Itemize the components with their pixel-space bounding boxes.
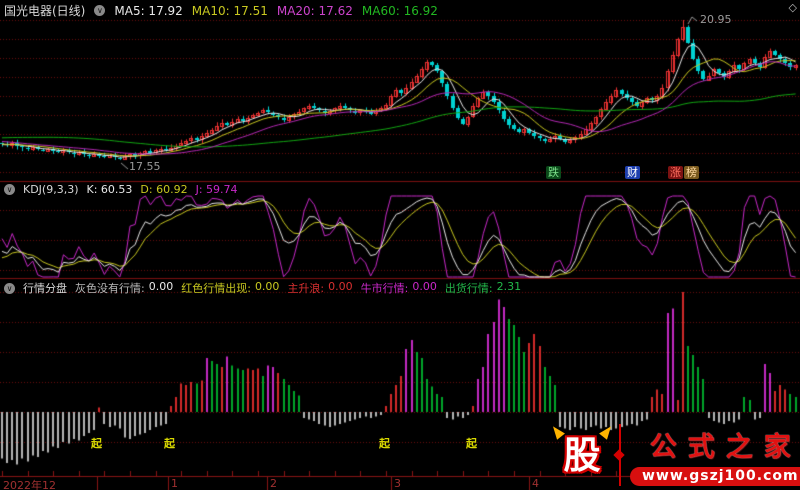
ma5-legend: MA5: 17.92 [114,3,183,18]
watermark-text-block: 公式之家 www.gszj100.com [630,425,800,486]
indicator-legend-gray: 灰色没有行情: 0.00 [75,280,173,296]
legend-value: 0.00 [148,280,174,293]
legend-label: 红色行情出现: [181,282,251,295]
legend-value: 0.00 [412,280,437,293]
watermark-url: www.gszj100.com [630,466,800,486]
stock-title: 国光电器(日线) [4,4,86,18]
indicator-legend-bull-market: 牛市行情: 0.00 [361,280,437,296]
watermark-char: 股 [563,434,601,477]
indicator-title: 行情分盘 [23,282,67,295]
ma20-legend: MA20: 17.62 [276,3,353,18]
watermark: 股 公式之家 www.gszj100.com [549,421,800,489]
legend-value: 0.00 [254,280,280,293]
kdj-k-value: K: 60.53 [86,183,133,196]
legend-label: 主升浪: [287,282,325,295]
shortcut-finance-button[interactable]: 财 [625,166,640,179]
indicator-header: ∨ 行情分盘 灰色没有行情: 0.00 红色行情出现: 0.00 主升浪: 0.… [4,280,521,296]
indicator-legend-sell-off: 出货行情: 2.31 [445,280,521,296]
kdj-title: KDJ(9,3,3) [23,183,79,196]
shortcut-rise-button[interactable]: 涨 [668,166,683,179]
bull-logo: 股 [549,423,615,483]
price-high-label: 20.95 [700,13,732,26]
x-axis-month-label: 4 [532,477,539,490]
collapse-chevron-icon[interactable]: ∨ [4,184,15,195]
qi-marker: 起 [91,437,102,450]
chart-canvas[interactable] [0,0,800,490]
legend-value: 0.00 [328,280,353,293]
legend-value: 2.31 [496,280,522,293]
x-axis-year-label: 2022年12 [3,479,56,490]
x-axis-month-label: 3 [394,477,401,490]
qi-marker: 起 [466,437,477,450]
indicator-legend-red-appear: 红色行情出现: 0.00 [181,280,279,296]
x-axis-month-label: 1 [171,477,178,490]
shortcut-fall-rank-button[interactable]: 跌 [546,166,561,179]
qi-marker: 起 [379,437,390,450]
ma10-legend: MA10: 17.51 [191,3,268,18]
kdj-j-value: J: 59.74 [195,183,238,196]
watermark-divider [613,424,625,486]
ma60-legend: MA60: 16.92 [361,3,438,18]
collapse-chevron-icon[interactable]: ∨ [94,5,106,16]
main-chart-header: 国光电器(日线) ∨ MA5: 17.92 MA10: 17.51 MA20: … [4,2,438,19]
legend-label: 牛市行情: [360,282,409,295]
watermark-name: 公式之家 [649,431,800,463]
x-axis-month-label: 2 [270,477,277,490]
shortcut-rank-button[interactable]: 榜 [684,166,699,179]
bull-horn-icon [599,423,615,440]
qi-marker: 起 [164,437,175,450]
collapse-chevron-icon[interactable]: ∨ [4,282,15,294]
legend-label: 灰色没有行情: [75,282,145,295]
price-low-label: 17.55 [129,160,161,173]
indicator-legend-main-wave: 主升浪: 0.00 [287,280,352,296]
kdj-d-value: D: 60.92 [140,183,188,196]
legend-label: 出货行情: [444,282,493,295]
trading-app-screen: 国光电器(日线) ∨ MA5: 17.92 MA10: 17.51 MA20: … [0,0,800,490]
marker-diamond-icon[interactable]: ◇ [789,1,797,14]
kdj-header: ∨ KDJ(9,3,3) K: 60.53 D: 60.92 J: 59.74 [4,183,238,196]
watermark-diamond-icon [613,449,625,461]
